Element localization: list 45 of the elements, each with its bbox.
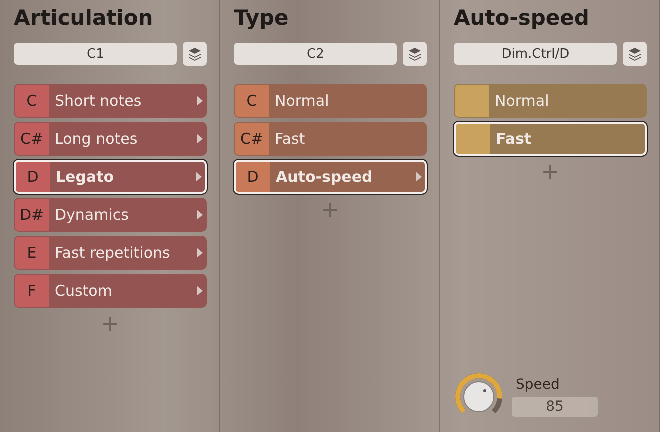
- list-item[interactable]: D Auto-speed: [234, 160, 427, 194]
- key-label: C: [15, 85, 49, 117]
- column-title: Type: [234, 6, 289, 32]
- key-label: D: [16, 162, 50, 192]
- key-label: C#: [15, 123, 49, 155]
- key-label: E: [15, 237, 49, 269]
- list-item[interactable]: D Legato: [14, 160, 207, 194]
- list-item[interactable]: C Normal: [234, 84, 427, 118]
- layers-icon: [188, 47, 202, 61]
- list-item[interactable]: D# Dynamics: [14, 198, 207, 232]
- item-label: Auto-speed: [276, 168, 373, 186]
- speed-value-field[interactable]: 85: [512, 397, 598, 417]
- list-item[interactable]: F Custom: [14, 274, 207, 308]
- key-label: F: [15, 275, 49, 307]
- list-item[interactable]: C Short notes: [14, 84, 207, 118]
- item-label: Fast repetitions: [55, 244, 170, 262]
- list-item[interactable]: Normal: [454, 84, 647, 118]
- key-label: C#: [235, 123, 269, 155]
- layers-button[interactable]: [183, 42, 207, 66]
- item-label: Fast: [496, 130, 532, 148]
- speed-label: Speed: [516, 377, 560, 393]
- key-label: D#: [15, 199, 49, 231]
- preset-field[interactable]: Dim.Ctrl/D: [454, 43, 618, 65]
- item-label: Dynamics: [55, 206, 129, 224]
- layers-button[interactable]: [623, 42, 647, 66]
- list-item[interactable]: C# Fast: [234, 122, 427, 156]
- key-label: D: [236, 162, 270, 192]
- layers-button[interactable]: [403, 42, 427, 66]
- list-item[interactable]: C# Long notes: [14, 122, 207, 156]
- item-label: Normal: [495, 92, 550, 110]
- key-label: C: [235, 85, 269, 117]
- preset-field[interactable]: C1: [14, 43, 178, 65]
- item-label: Short notes: [55, 92, 142, 110]
- column-title: Articulation: [14, 6, 154, 32]
- item-label: Normal: [275, 92, 330, 110]
- layers-icon: [408, 47, 422, 61]
- item-label: Custom: [55, 282, 112, 300]
- list-item[interactable]: Fast: [454, 122, 647, 156]
- layers-icon: [628, 47, 642, 61]
- column-title: Auto-speed: [454, 6, 590, 32]
- list-item[interactable]: E Fast repetitions: [14, 236, 207, 270]
- item-label: Fast: [275, 130, 306, 148]
- item-label: Legato: [56, 168, 114, 186]
- preset-field[interactable]: C2: [234, 43, 398, 65]
- item-label: Long notes: [55, 130, 138, 148]
